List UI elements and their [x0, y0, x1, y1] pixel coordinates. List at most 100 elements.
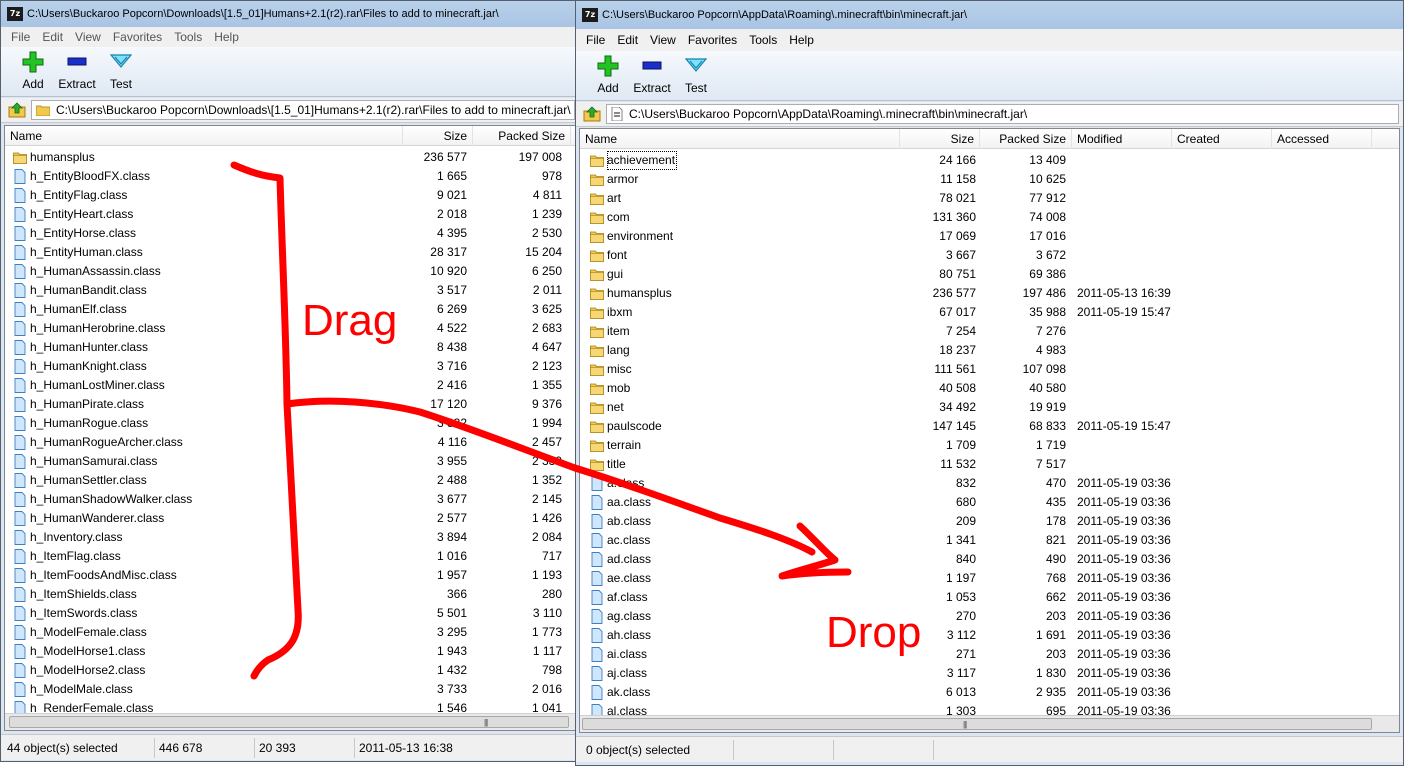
test-button[interactable]: Test — [674, 55, 718, 95]
column-packed-size[interactable]: Packed Size — [980, 129, 1072, 149]
column-size[interactable]: Size — [900, 129, 980, 149]
add-button[interactable]: Add — [586, 55, 630, 95]
list-item[interactable]: ah.class 3 112 1 691 2011-05-19 03:36 — [580, 626, 1399, 645]
list-item[interactable]: net 34 492 19 919 — [580, 398, 1399, 417]
list-item[interactable]: humansplus 236 577 197 008 — [5, 148, 575, 167]
list-item[interactable]: mob 40 508 40 580 — [580, 379, 1399, 398]
size-cell: 209 — [955, 514, 976, 528]
list-item[interactable]: ac.class 1 341 821 2011-05-19 03:36 — [580, 531, 1399, 550]
menu-favorites[interactable]: Favorites — [682, 33, 743, 47]
list-item[interactable]: terrain 1 709 1 719 — [580, 436, 1399, 455]
column-created[interactable]: Created — [1172, 129, 1272, 149]
list-item[interactable]: aa.class 680 435 2011-05-19 03:36 — [580, 493, 1399, 512]
list-item[interactable]: title 11 532 7 517 — [580, 455, 1399, 474]
list-item[interactable]: ak.class 6 013 2 935 2011-05-19 03:36 — [580, 683, 1399, 702]
list-item[interactable]: art 78 021 77 912 — [580, 189, 1399, 208]
list-item[interactable]: a.class 832 470 2011-05-19 03:36 — [580, 474, 1399, 493]
menu-help[interactable]: Help — [208, 30, 245, 44]
path-field[interactable]: C:\Users\Buckaroo Popcorn\AppData\Roamin… — [606, 104, 1399, 124]
menu-help[interactable]: Help — [783, 33, 820, 47]
list-item[interactable]: h_ItemFlag.class 1 016 717 — [5, 547, 575, 566]
test-button[interactable]: Test — [99, 51, 143, 91]
list-item[interactable]: h_ModelFemale.class 3 295 1 773 — [5, 623, 575, 642]
path-field[interactable]: C:\Users\Buckaroo Popcorn\Downloads\[1.5… — [31, 100, 575, 120]
list-item[interactable]: h_EntityFlag.class 9 021 4 811 — [5, 186, 575, 205]
column-modified[interactable]: Modified — [1072, 129, 1172, 149]
list-item[interactable]: h_ItemFoodsAndMisc.class 1 957 1 193 — [5, 566, 575, 585]
list-item[interactable]: h_HumanLostMiner.class 2 416 1 355 — [5, 376, 575, 395]
list-item[interactable]: h_HumanRogueArcher.class 4 116 2 457 — [5, 433, 575, 452]
extract-button[interactable]: Extract — [630, 55, 674, 95]
list-item[interactable]: h_HumanSettler.class 2 488 1 352 — [5, 471, 575, 490]
list-item[interactable]: h_EntityHuman.class 28 317 15 204 — [5, 243, 575, 262]
list-item[interactable]: h_HumanAssassin.class 10 920 6 250 — [5, 262, 575, 281]
extract-button[interactable]: Extract — [55, 51, 99, 91]
menu-view[interactable]: View — [69, 30, 107, 44]
horizontal-scrollbar[interactable]: ||| — [580, 715, 1399, 732]
list-item[interactable]: h_HumanPirate.class 17 120 9 376 — [5, 395, 575, 414]
up-folder-button[interactable] — [7, 100, 27, 120]
file-list[interactable]: Name Size Packed Size humansplus 236 577 1… — [4, 125, 576, 731]
list-item[interactable]: h_EntityHorse.class 4 395 2 530 — [5, 224, 575, 243]
menu-view[interactable]: View — [644, 33, 682, 47]
list-item[interactable]: h_HumanHunter.class 8 438 4 647 — [5, 338, 575, 357]
menu-edit[interactable]: Edit — [611, 33, 644, 47]
list-item[interactable]: lang 18 237 4 983 — [580, 341, 1399, 360]
add-button[interactable]: Add — [11, 51, 55, 91]
list-item[interactable]: h_HumanKnight.class 3 716 2 123 — [5, 357, 575, 376]
menu-tools[interactable]: Tools — [168, 30, 208, 44]
list-item[interactable]: h_EntityBloodFX.class 1 665 978 — [5, 167, 575, 186]
column-packed-size[interactable]: Packed Size — [473, 126, 571, 146]
column-size[interactable]: Size — [403, 126, 473, 146]
column-name[interactable]: Name — [5, 126, 403, 146]
column-accessed[interactable]: Accessed — [1272, 129, 1372, 149]
menu-tools[interactable]: Tools — [743, 33, 783, 47]
list-item[interactable]: gui 80 751 69 386 — [580, 265, 1399, 284]
list-item[interactable]: h_HumanHerobrine.class 4 522 2 683 — [5, 319, 575, 338]
list-item[interactable]: h_HumanWanderer.class 2 577 1 426 — [5, 509, 575, 528]
list-item[interactable]: ab.class 209 178 2011-05-19 03:36 — [580, 512, 1399, 531]
list-item[interactable]: h_ModelMale.class 3 733 2 016 — [5, 680, 575, 699]
menu-edit[interactable]: Edit — [36, 30, 69, 44]
menu-favorites[interactable]: Favorites — [107, 30, 168, 44]
file-icon — [14, 264, 26, 279]
scroll-thumb[interactable]: ||| — [9, 716, 569, 728]
list-item[interactable]: h_HumanElf.class 6 269 3 625 — [5, 300, 575, 319]
list-item[interactable]: ibxm 67 017 35 988 2011-05-19 15:47 — [580, 303, 1399, 322]
list-item[interactable]: h_HumanBandit.class 3 517 2 011 — [5, 281, 575, 300]
list-item[interactable]: ae.class 1 197 768 2011-05-19 03:36 — [580, 569, 1399, 588]
file-list[interactable]: Name Size Packed Size Modified Created A… — [579, 128, 1400, 733]
list-item[interactable]: h_EntityHeart.class 2 018 1 239 — [5, 205, 575, 224]
list-item[interactable]: ad.class 840 490 2011-05-19 03:36 — [580, 550, 1399, 569]
title-bar[interactable]: 7z C:\Users\Buckaroo Popcorn\Downloads\[… — [1, 1, 579, 27]
list-item[interactable]: h_HumanShadowWalker.class 3 677 2 145 — [5, 490, 575, 509]
list-item[interactable]: com 131 360 74 008 — [580, 208, 1399, 227]
list-item[interactable]: h_HumanSamurai.class 3 955 2 339 — [5, 452, 575, 471]
menu-file[interactable]: File — [580, 33, 611, 47]
list-item[interactable]: af.class 1 053 662 2011-05-19 03:36 — [580, 588, 1399, 607]
up-folder-button[interactable] — [582, 104, 602, 124]
menu-file[interactable]: File — [5, 30, 36, 44]
list-item[interactable]: item 7 254 7 276 — [580, 322, 1399, 341]
title-bar[interactable]: 7z C:\Users\Buckaroo Popcorn\AppData\Roa… — [576, 1, 1403, 29]
list-item[interactable]: misc 111 561 107 098 — [580, 360, 1399, 379]
list-item[interactable]: h_ModelHorse2.class 1 432 798 — [5, 661, 575, 680]
list-item[interactable]: paulscode 147 145 68 833 2011-05-19 15:47 — [580, 417, 1399, 436]
list-item[interactable]: achievement 24 166 13 409 — [580, 151, 1399, 170]
scroll-thumb[interactable]: ||| — [582, 718, 1372, 730]
list-item[interactable]: humansplus 236 577 197 486 2011-05-13 16:39 — [580, 284, 1399, 303]
list-item[interactable]: environment 17 069 17 016 — [580, 227, 1399, 246]
list-item[interactable]: ag.class 270 203 2011-05-19 03:36 — [580, 607, 1399, 626]
list-item[interactable]: h_ItemShields.class 366 280 — [5, 585, 575, 604]
item-name: h_HumanAssassin.class — [30, 264, 161, 278]
list-item[interactable]: font 3 667 3 672 — [580, 246, 1399, 265]
list-item[interactable]: h_ItemSwords.class 5 501 3 110 — [5, 604, 575, 623]
horizontal-scrollbar[interactable]: ||| — [5, 713, 575, 730]
list-item[interactable]: armor 11 158 10 625 — [580, 170, 1399, 189]
list-item[interactable]: h_ModelHorse1.class 1 943 1 117 — [5, 642, 575, 661]
list-item[interactable]: h_Inventory.class 3 894 2 084 — [5, 528, 575, 547]
list-item[interactable]: h_HumanRogue.class 3 332 1 994 — [5, 414, 575, 433]
list-item[interactable]: ai.class 271 203 2011-05-19 03:36 — [580, 645, 1399, 664]
column-name[interactable]: Name — [580, 129, 900, 149]
list-item[interactable]: aj.class 3 117 1 830 2011-05-19 03:36 — [580, 664, 1399, 683]
